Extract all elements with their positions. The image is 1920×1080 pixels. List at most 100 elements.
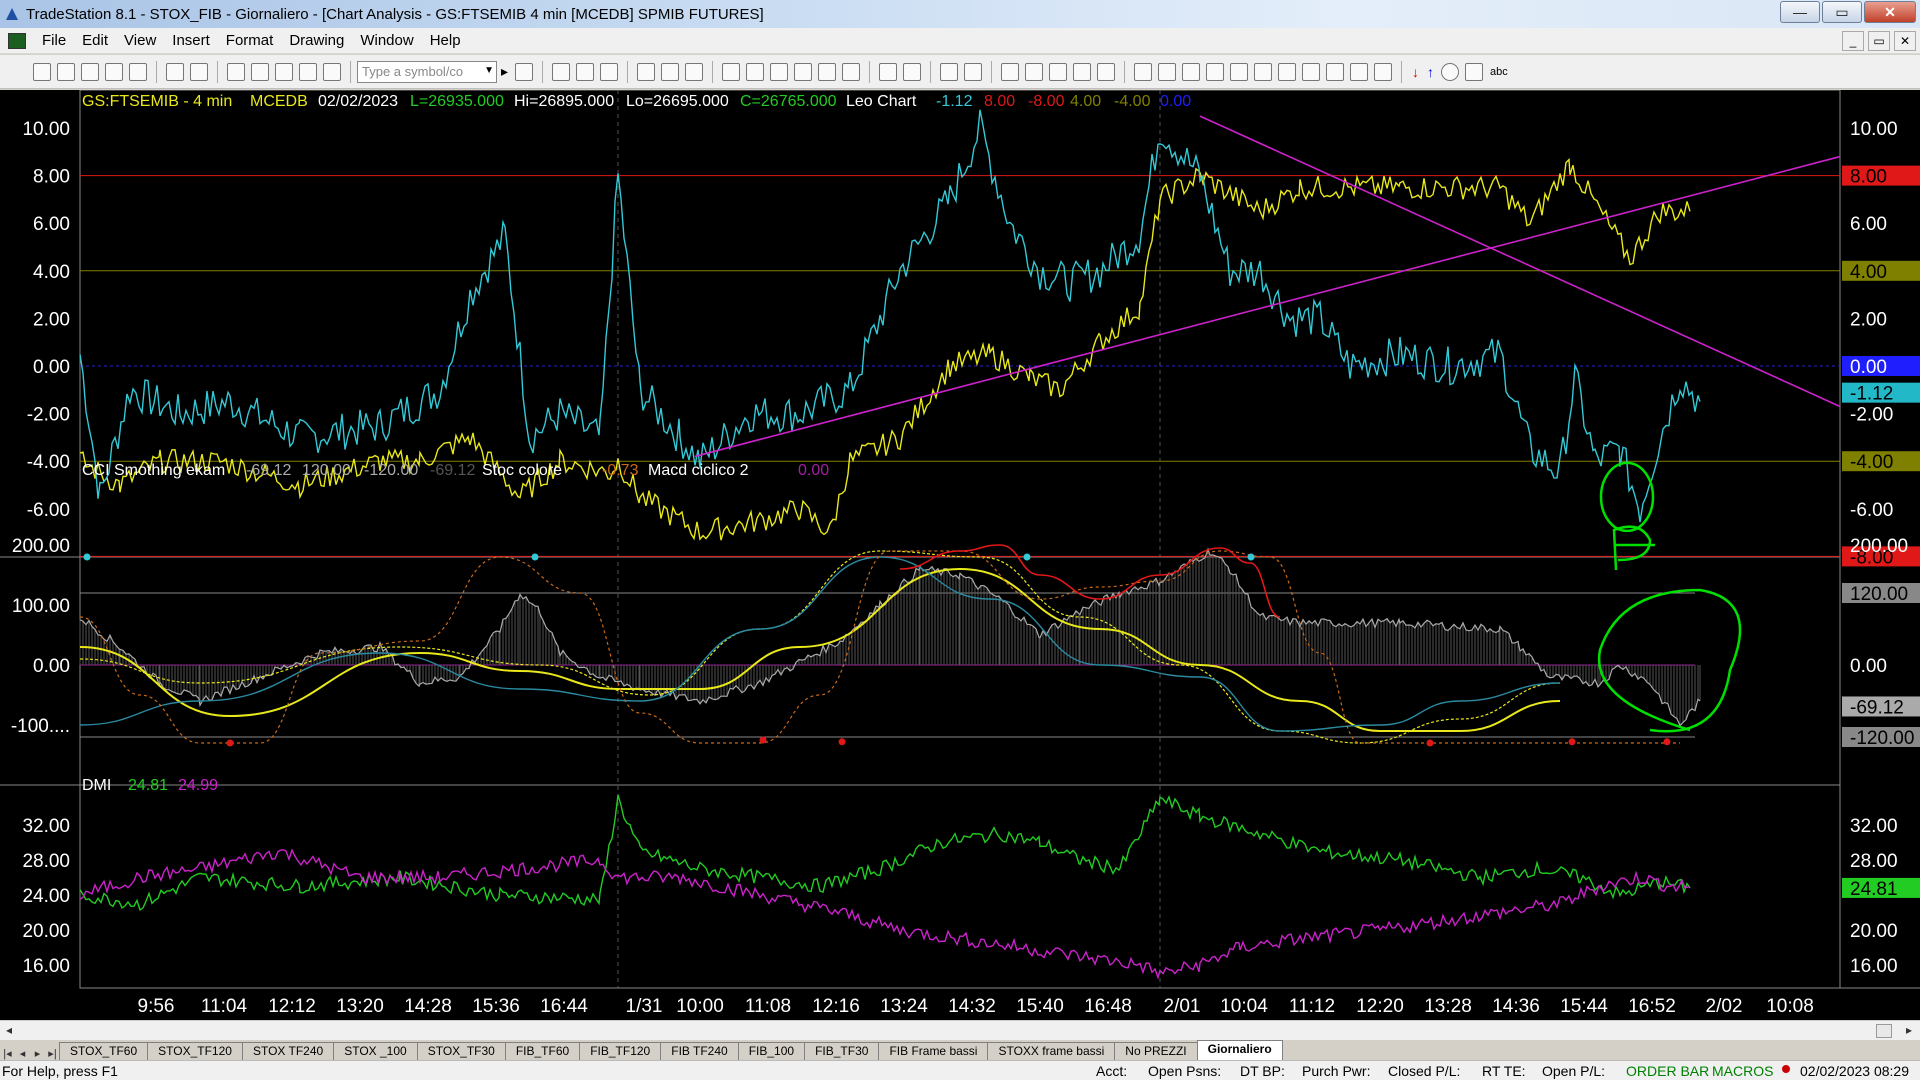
tab-stox-tf120[interactable]: STOX_TF120: [147, 1042, 243, 1060]
tab-stox-100[interactable]: STOX _100: [333, 1042, 418, 1060]
symbol-input[interactable]: Type a symbol/co ▼: [357, 60, 497, 83]
scroll-left-icon[interactable]: ◂: [6, 1023, 12, 1037]
copy-icon[interactable]: [251, 62, 269, 81]
optimizer-icon[interactable]: [770, 62, 789, 81]
bar-spacing-icon[interactable]: [842, 62, 861, 81]
plot-area[interactable]: [79, 89, 1841, 989]
scroll-left-icon[interactable]: [879, 62, 898, 81]
scroll-right-icon[interactable]: [903, 62, 922, 81]
menu-view[interactable]: View: [116, 32, 164, 49]
time-axis-label: 10:08: [1766, 996, 1814, 1017]
andrews-pitchfork-icon[interactable]: [1230, 62, 1249, 81]
chart-header-close: C=26765.000: [740, 93, 837, 110]
gann-icon[interactable]: [1182, 62, 1201, 81]
maximize-button[interactable]: ▭: [1822, 1, 1862, 23]
ellipse-icon[interactable]: [1441, 62, 1460, 81]
tab-next-icon[interactable]: ▸: [30, 1047, 45, 1060]
chart-style-1-icon[interactable]: [552, 62, 571, 81]
mdi-close-button[interactable]: ✕: [1894, 31, 1916, 51]
indicator-icon[interactable]: [637, 62, 656, 81]
right-axis-label: 8.00: [1850, 167, 1887, 188]
pencil-icon[interactable]: [1374, 62, 1393, 81]
tab-no-prezzi[interactable]: No PREZZI: [1114, 1042, 1198, 1060]
analysis-icon[interactable]: [722, 62, 741, 81]
show-me-icon[interactable]: [1097, 62, 1116, 81]
y-axis-tick: -2.00: [27, 405, 70, 426]
text-tool-icon[interactable]: abc: [1490, 66, 1508, 78]
tab-stox-tf60[interactable]: STOX_TF60: [59, 1042, 149, 1060]
chart-window-icon[interactable]: [8, 32, 26, 49]
rectangle-icon[interactable]: [1465, 62, 1484, 81]
arrow-down-red-icon[interactable]: ↓: [1412, 64, 1419, 80]
close-button[interactable]: ✕: [1864, 1, 1916, 23]
tab-fib-tf60[interactable]: FIB_TF60: [504, 1042, 581, 1060]
menu-window[interactable]: Window: [352, 32, 421, 49]
trendline-icon[interactable]: [1134, 62, 1153, 81]
menu-help[interactable]: Help: [422, 32, 469, 49]
stoc-value: -0.73: [602, 462, 639, 479]
tools-icon[interactable]: [1049, 62, 1068, 81]
speed-lines-icon[interactable]: [1254, 62, 1273, 81]
menu-edit[interactable]: Edit: [74, 32, 116, 49]
arc-icon[interactable]: [1350, 62, 1369, 81]
bars-icon[interactable]: [794, 62, 813, 81]
strategy-icon[interactable]: [661, 62, 680, 81]
chart-style-2-icon[interactable]: [576, 62, 595, 81]
arrow-up-blue-icon[interactable]: ↑: [1427, 64, 1434, 80]
tab-fib-tf120[interactable]: FIB_TF120: [579, 1042, 662, 1060]
zoom-in-icon[interactable]: [940, 62, 959, 81]
tab-stox-tf240[interactable]: STOX TF240: [241, 1042, 335, 1060]
tab-stoxx-frame-bassi[interactable]: STOXX frame bassi: [987, 1042, 1116, 1060]
open-icon[interactable]: [81, 62, 99, 81]
tab-fib-tf30[interactable]: FIB_TF30: [804, 1042, 880, 1060]
new-workspace-icon[interactable]: [57, 62, 75, 81]
order-bar-button[interactable]: ORDER BAR: [1626, 1063, 1709, 1079]
radar-icon[interactable]: [685, 62, 704, 81]
print-icon[interactable]: [166, 62, 184, 81]
horizontal-scrollbar[interactable]: ◂ ▸: [0, 1020, 1920, 1040]
scanner-icon[interactable]: [746, 62, 765, 81]
minimize-button[interactable]: —: [1780, 1, 1820, 23]
menu-file[interactable]: File: [34, 32, 74, 49]
mdi-restore-button[interactable]: ▭: [1868, 31, 1890, 51]
tab-fib-frame-bassi[interactable]: FIB Frame bassi: [878, 1042, 989, 1060]
play-icon[interactable]: ▸: [501, 63, 508, 80]
chart-style-3-icon[interactable]: [600, 62, 619, 81]
color-icon[interactable]: [323, 62, 341, 81]
data-window-icon[interactable]: [1073, 62, 1092, 81]
lock-icon[interactable]: [275, 62, 293, 81]
spacing-icon[interactable]: [818, 62, 837, 81]
tab-prev-icon[interactable]: ◂: [15, 1047, 30, 1060]
scroll-right-icon[interactable]: ▸: [1906, 1023, 1912, 1037]
format-icon[interactable]: [299, 62, 317, 81]
symbol-lookup-icon[interactable]: [515, 62, 534, 81]
chevron-down-icon[interactable]: ▼: [484, 65, 494, 76]
open-workspace-icon[interactable]: [105, 62, 123, 81]
chart-analysis-window[interactable]: 10.00 8.00 6.00 4.00 2.00 0.00 -2.00 -4.00 -6.00…: [0, 89, 1920, 1020]
menu-insert[interactable]: Insert: [164, 32, 218, 49]
tab-last-icon[interactable]: ▸|: [45, 1047, 60, 1060]
cut-icon[interactable]: [227, 62, 245, 81]
channel-icon[interactable]: [1206, 62, 1225, 81]
mdi-minimize-button[interactable]: _: [1842, 31, 1864, 51]
tab-fib-tf240[interactable]: FIB TF240: [660, 1042, 739, 1060]
macros-button[interactable]: MACROS: [1712, 1063, 1773, 1079]
hand-icon[interactable]: [1025, 62, 1044, 81]
tab-giornaliero[interactable]: Giornaliero: [1196, 1040, 1283, 1060]
pointer-icon[interactable]: [1001, 62, 1020, 81]
new-icon[interactable]: [33, 62, 51, 81]
menu-format[interactable]: Format: [218, 32, 282, 49]
vertical-line-icon[interactable]: [1302, 62, 1321, 81]
tab-fib-100[interactable]: FIB_100: [737, 1042, 806, 1060]
print-preview-icon[interactable]: [190, 62, 208, 81]
menu-drawing[interactable]: Drawing: [281, 32, 352, 49]
save-icon[interactable]: [129, 62, 147, 81]
scroll-thumb[interactable]: [1876, 1024, 1892, 1038]
tab-stox-tf30[interactable]: STOX_TF30: [416, 1042, 506, 1060]
tab-first-icon[interactable]: |◂: [0, 1047, 15, 1060]
fibonacci-icon[interactable]: [1158, 62, 1177, 81]
horizontal-line-icon[interactable]: [1278, 62, 1297, 81]
regression-icon[interactable]: [1326, 62, 1345, 81]
chart-canvas[interactable]: 10.00 8.00 6.00 4.00 2.00 0.00 -2.00 -4.00 -6.00…: [0, 89, 1920, 1020]
zoom-out-icon[interactable]: [964, 62, 983, 81]
